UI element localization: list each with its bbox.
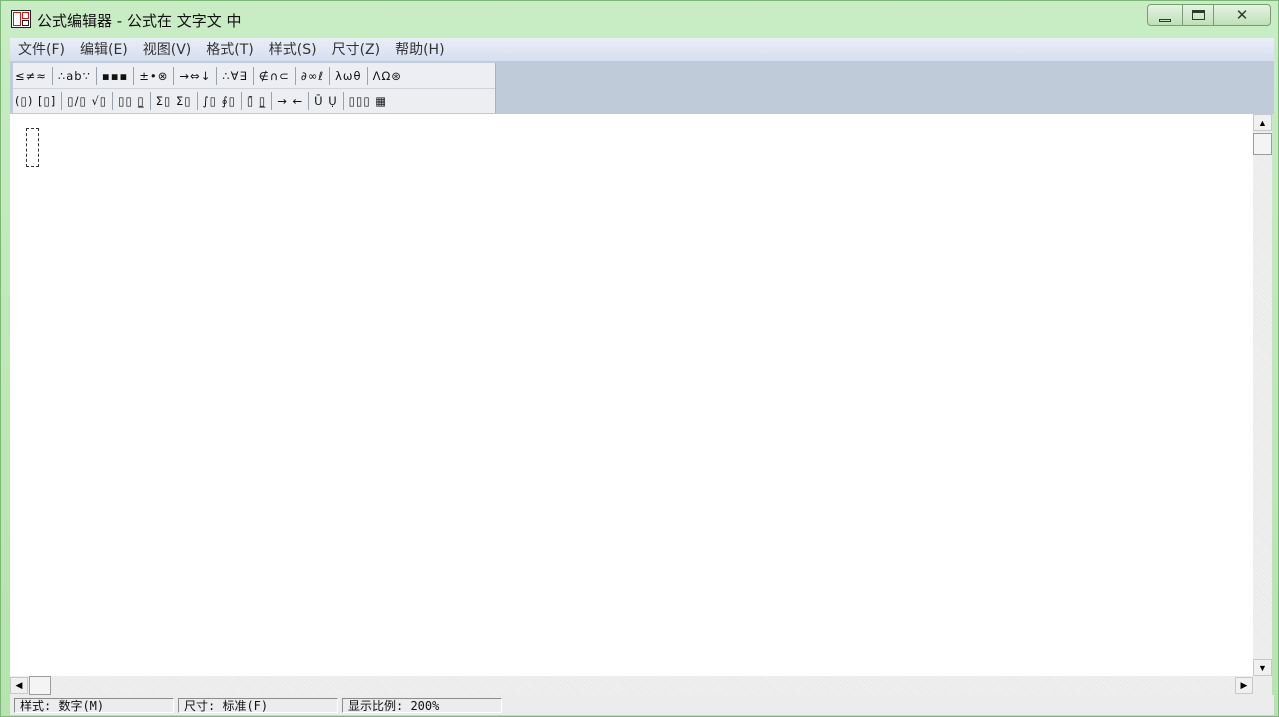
empty-equation-slot[interactable] <box>26 128 39 167</box>
arrow-right-icon: ▶ <box>1240 680 1248 690</box>
horizontal-scroll-thumb[interactable] <box>29 676 51 695</box>
equation-editor-app-icon[interactable] <box>11 10 31 28</box>
equation-editing-area[interactable] <box>10 114 1253 676</box>
toolbar-area: ≤≠≈ ∴ab∵ ▪▪▪ ±•⊗ →⇔↓ ∴∀∃ ∉∩⊂ ∂∞ℓ λωθ ΛΩ⊛ <box>10 62 1274 114</box>
window-title: 公式编辑器 - 公式在 文字文 中 <box>37 12 242 30</box>
toolbar-separator <box>342 92 344 110</box>
greek-uppercase-palette[interactable]: ΛΩ⊛ <box>371 65 404 87</box>
menu-help[interactable]: 帮助(H) <box>388 39 451 61</box>
arrow-left-icon: ◀ <box>15 680 23 690</box>
misc-symbols-palette[interactable]: ∂∞ℓ <box>299 65 326 87</box>
fraction-radical-templates-palette[interactable]: ▯/▯ √▯ <box>65 90 109 112</box>
logical-symbols-palette[interactable]: ∴∀∃ <box>220 65 249 87</box>
status-zoom: 显示比例: 200% <box>342 697 502 713</box>
toolbar-separator <box>112 92 114 110</box>
minimize-button[interactable] <box>1147 4 1183 26</box>
close-icon: ✕ <box>1235 7 1249 24</box>
status-size: 尺寸: 标准(F) <box>178 697 338 713</box>
menu-edit[interactable]: 编辑(E) <box>73 39 135 61</box>
operator-symbols-palette[interactable]: ±•⊗ <box>137 65 170 87</box>
scroll-down-button[interactable]: ▼ <box>1253 659 1272 676</box>
toolbar-separator <box>329 67 331 85</box>
relational-symbols-palette[interactable]: ≤≠≈ <box>13 65 49 87</box>
status-bar: 样式: 数字(M) 尺寸: 标准(F) 显示比例: 200% <box>10 695 1274 715</box>
toolbar-separator <box>133 67 135 85</box>
maximize-icon <box>1191 10 1205 20</box>
toolbar-separator <box>216 67 218 85</box>
summation-templates-palette[interactable]: Σ▯ Σ▯ <box>154 90 194 112</box>
toolbar-separator <box>51 67 53 85</box>
embellishments-palette[interactable]: ▪▪▪ <box>100 65 130 87</box>
vertical-scroll-thumb[interactable] <box>1253 133 1272 155</box>
toolbar-separator <box>149 92 151 110</box>
scroll-up-button[interactable]: ▲ <box>1253 114 1272 131</box>
symbol-palette-row: ≤≠≈ ∴ab∵ ▪▪▪ ±•⊗ →⇔↓ ∴∀∃ ∉∩⊂ ∂∞ℓ λωθ ΛΩ⊛ <box>13 64 495 89</box>
menu-bar: 文件(F) 编辑(E) 视图(V) 格式(T) 样式(S) 尺寸(Z) 帮助(H… <box>10 38 1274 62</box>
toolbar-separator <box>240 92 242 110</box>
template-palette-row: (▯) [▯] ▯/▯ √▯ ▯▯ ▯̲ Σ▯ Σ▯ ∫▯ ∮▯ ▯̄ ▯̲ →… <box>13 89 495 113</box>
scrollbar-corner <box>1253 676 1272 695</box>
menu-style[interactable]: 样式(S) <box>262 39 324 61</box>
equation-editor-window: 公式编辑器 - 公式在 文字文 中 ✕ 文件(F) 编辑(E) 视图(V) 格式… <box>0 0 1279 717</box>
arrow-down-icon: ▼ <box>1258 662 1267 673</box>
toolbar-separator <box>95 67 97 85</box>
status-style: 样式: 数字(M) <box>14 697 174 713</box>
matrix-templates-palette[interactable]: ▯▯▯ ▦ <box>347 90 390 112</box>
menu-view[interactable]: 视图(V) <box>136 39 199 61</box>
subscript-superscript-templates-palette[interactable]: ▯▯ ▯̲ <box>116 90 147 112</box>
underbar-overbar-templates-palette[interactable]: ▯̄ ▯̲ <box>245 90 268 112</box>
horizontal-scrollbar[interactable]: ◀ ▶ <box>10 676 1253 695</box>
menu-size[interactable]: 尺寸(Z) <box>325 39 388 61</box>
toolbar-separator <box>294 67 296 85</box>
products-set-templates-palette[interactable]: Ū Ụ <box>312 90 340 112</box>
arrow-symbols-palette[interactable]: →⇔↓ <box>177 65 213 87</box>
maximize-button[interactable] <box>1182 4 1214 26</box>
toolbar-separator <box>173 67 175 85</box>
close-button[interactable]: ✕ <box>1213 4 1271 26</box>
fence-templates-palette[interactable]: (▯) [▯] <box>13 90 58 112</box>
title-bar[interactable]: 公式编辑器 - 公式在 文字文 中 ✕ <box>1 1 1278 37</box>
toolbar-separator <box>196 92 198 110</box>
scroll-right-button[interactable]: ▶ <box>1235 677 1253 694</box>
minimize-icon <box>1159 18 1171 22</box>
toolbar-separator <box>308 92 310 110</box>
greek-lowercase-palette[interactable]: λωθ <box>333 65 363 87</box>
toolbar-separator <box>366 67 368 85</box>
spaces-ellipses-palette[interactable]: ∴ab∵ <box>56 65 93 87</box>
scroll-left-button[interactable]: ◀ <box>10 677 28 694</box>
set-theory-symbols-palette[interactable]: ∉∩⊂ <box>257 65 292 87</box>
menu-format[interactable]: 格式(T) <box>199 39 260 61</box>
menu-file[interactable]: 文件(F) <box>11 39 72 61</box>
labeled-arrow-templates-palette[interactable]: → ← <box>275 90 305 112</box>
integral-templates-palette[interactable]: ∫▯ ∮▯ <box>201 90 238 112</box>
arrow-up-icon: ▲ <box>1258 117 1267 128</box>
equation-toolbar: ≤≠≈ ∴ab∵ ▪▪▪ ±•⊗ →⇔↓ ∴∀∃ ∉∩⊂ ∂∞ℓ λωθ ΛΩ⊛ <box>13 63 496 113</box>
toolbar-separator <box>252 67 254 85</box>
vertical-scrollbar[interactable]: ▲ ▼ <box>1253 114 1272 676</box>
toolbar-separator <box>61 92 63 110</box>
toolbar-separator <box>271 92 273 110</box>
